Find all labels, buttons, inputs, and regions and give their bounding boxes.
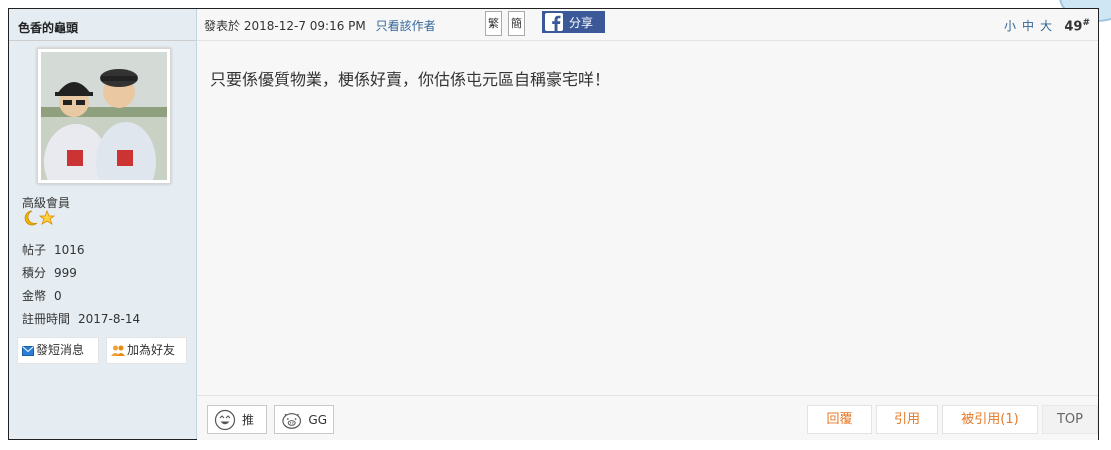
stat-posts: 帖子 1016 — [22, 242, 140, 265]
rank-label: 高級會員 — [22, 196, 71, 210]
facebook-share-button[interactable]: 分享 — [542, 11, 605, 33]
back-to-top-button[interactable]: TOP — [1042, 405, 1098, 434]
push-label: 推 — [242, 413, 255, 427]
gg-button[interactable]: GG — [274, 405, 334, 434]
stat-label: 金幣 — [22, 289, 47, 303]
post-header-bar: 發表於 2018-12-7 09:16 PM 只看該作者 繁 簡 分享 小中大 … — [197, 9, 1098, 41]
add-friend-label: 加為好友 — [127, 343, 176, 357]
forum-post: 色香的龜頭 高級會員 帖子 1016 積分 999 金幣 0 註冊時間 2017… — [8, 8, 1099, 440]
envelope-icon — [22, 345, 34, 356]
stat-coins: 金幣 0 — [22, 288, 140, 311]
floor-number-value: 49 — [1064, 19, 1083, 35]
avatar[interactable] — [37, 48, 171, 184]
author-stats: 帖子 1016 積分 999 金幣 0 註冊時間 2017-8-14 — [22, 242, 140, 334]
avatar-photo — [41, 52, 167, 180]
post-meta: 發表於 2018-12-7 09:16 PM 只看該作者 — [204, 17, 436, 34]
stat-label: 帖子 — [22, 243, 47, 257]
gg-label: GG — [308, 412, 327, 427]
quoted-by-button[interactable]: 被引用(1) — [942, 405, 1038, 434]
stat-label: 註冊時間 — [22, 312, 71, 326]
posted-prefix: 發表於 — [204, 19, 241, 33]
author-name-link[interactable]: 色香的龜頭 — [18, 19, 78, 36]
posted-time: 2018-12-7 09:16 PM — [243, 19, 366, 33]
post-footer: 推 GG 回覆 引用 被引用(1) TOP — [197, 395, 1098, 440]
add-friend-button[interactable]: 加為好友 — [106, 337, 187, 364]
rank-icons — [22, 209, 56, 226]
author-sidebar: 色香的龜頭 高級會員 帖子 1016 積分 999 金幣 0 註冊時間 2017… — [9, 9, 197, 439]
facebook-icon — [545, 13, 563, 31]
send-message-button[interactable]: 發短消息 — [17, 337, 99, 364]
moon-star-icon — [24, 209, 56, 226]
reply-button[interactable]: 回覆 — [807, 405, 872, 434]
smile-face-icon — [214, 409, 236, 430]
pig-face-icon — [282, 412, 302, 429]
stat-label: 積分 — [22, 266, 47, 280]
share-label: 分享 — [569, 15, 594, 30]
traditional-chinese-button[interactable]: 繁 — [485, 11, 502, 36]
simplified-chinese-button[interactable]: 簡 — [508, 11, 525, 36]
stat-value: 999 — [54, 266, 77, 280]
stat-value: 0 — [54, 289, 62, 303]
author-header: 色香的龜頭 — [9, 9, 196, 41]
font-size-controls[interactable]: 小中大 — [1004, 17, 1058, 34]
stat-value: 2017-8-14 — [78, 312, 141, 326]
floor-suffix: # — [1082, 18, 1090, 28]
push-button[interactable]: 推 — [207, 405, 267, 434]
friends-icon — [111, 345, 125, 356]
quote-button[interactable]: 引用 — [876, 405, 938, 434]
floor-number[interactable]: 49# — [1064, 18, 1090, 34]
stat-register-date: 註冊時間 2017-8-14 — [22, 311, 140, 334]
stat-points: 積分 999 — [22, 265, 140, 288]
author-only-link[interactable]: 只看該作者 — [376, 19, 436, 33]
post-content: 只要係優質物業，梗係好賣，你估係屯元區自稱豪宅咩！ — [210, 70, 611, 89]
send-message-label: 發短消息 — [36, 343, 85, 357]
stat-value[interactable]: 1016 — [54, 243, 85, 257]
